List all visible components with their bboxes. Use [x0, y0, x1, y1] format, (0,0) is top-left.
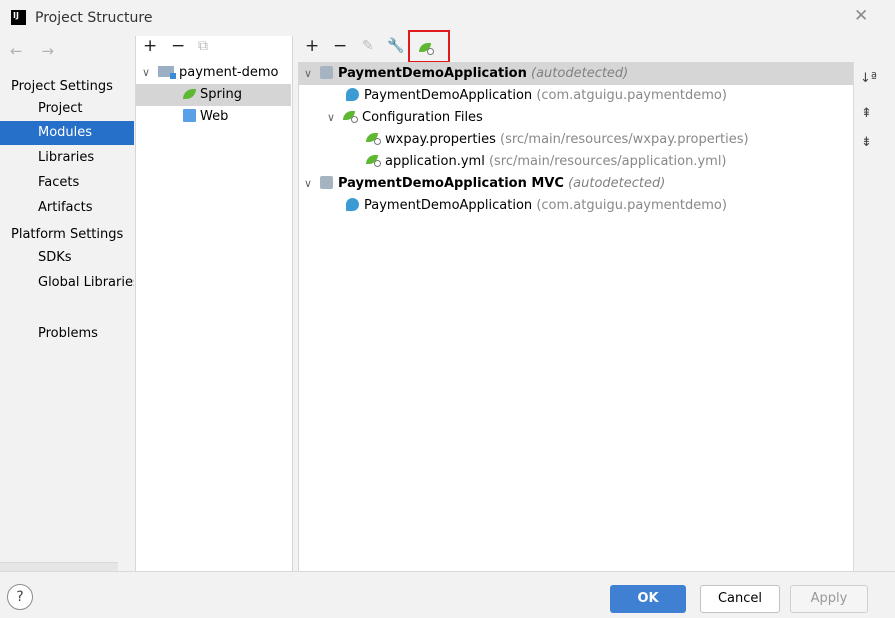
chevron-down-icon[interactable]: ∨	[304, 63, 320, 85]
sort-alphabetically-icon[interactable]: ↓ª	[860, 71, 877, 86]
config-file-row[interactable]: application.yml (src/main/resources/appl…	[366, 151, 727, 173]
chevron-down-icon[interactable]: ∨	[304, 173, 320, 195]
config-file-row[interactable]: wxpay.properties (src/main/resources/wxp…	[366, 129, 749, 151]
package-name: (com.atguigu.paymentdemo)	[536, 88, 727, 103]
tree-item-spring[interactable]: Spring	[183, 84, 242, 106]
file-name: wxpay.properties	[385, 132, 496, 147]
spring-boot-app-icon	[346, 88, 359, 101]
nav-item-modules[interactable]: Modules	[0, 121, 134, 145]
window-title: Project Structure	[35, 10, 153, 26]
nav-item-sdks[interactable]: SDKs	[0, 246, 134, 270]
spring-config-icon	[343, 111, 358, 123]
intellij-logo-icon: IJ	[11, 10, 26, 25]
wrench-icon[interactable]: 🔧	[387, 38, 404, 55]
web-facet-icon	[183, 109, 196, 122]
tree-item-web[interactable]: Web	[183, 106, 228, 128]
nav-item-project[interactable]: Project	[0, 97, 134, 121]
application-class-row[interactable]: PaymentDemoApplication (com.atguigu.paym…	[346, 85, 727, 107]
cancel-button[interactable]: Cancel	[700, 585, 780, 613]
config-files-label: Configuration Files	[362, 110, 483, 125]
add-module-button[interactable]: +	[143, 38, 157, 55]
module-icon	[320, 176, 333, 189]
collapse-all-icon[interactable]: ⇟	[861, 135, 872, 150]
add-facet-button[interactable]: +	[305, 38, 319, 55]
file-path: (src/main/resources/wxpay.properties)	[500, 132, 749, 147]
tree-item-payment-demo[interactable]: ∨ payment-demo	[142, 62, 278, 84]
spring-leaf-icon	[183, 89, 196, 99]
copy-module-icon[interactable]: ⧉	[198, 38, 208, 55]
nav-item-global-libraries[interactable]: Global Libraries	[0, 271, 134, 295]
module-folder-icon	[158, 66, 176, 79]
class-name: PaymentDemoApplication	[364, 88, 533, 103]
spring-boot-app-icon	[346, 198, 359, 211]
tree-item-label: Spring	[200, 87, 242, 102]
class-name: PaymentDemoApplication	[364, 198, 533, 213]
nav-item-problems[interactable]: Problems	[0, 322, 134, 346]
chevron-down-icon[interactable]: ∨	[327, 107, 343, 129]
tree-item-label: payment-demo	[179, 65, 279, 80]
back-forward-arrows-icon[interactable]: ← →	[10, 42, 61, 60]
yaml-file-icon	[366, 155, 381, 167]
context-row-payment-demo-mvc[interactable]: ∨ PaymentDemoApplication MVC (autodetecte…	[304, 173, 665, 195]
expand-all-icon[interactable]: ⇞	[861, 106, 872, 121]
module-icon	[320, 66, 333, 79]
autodetected-tag: (autodetected)	[568, 176, 666, 191]
nav-item-facets[interactable]: Facets	[0, 171, 134, 195]
file-path: (src/main/resources/application.yml)	[488, 154, 727, 169]
context-name: PaymentDemoApplication MVC	[338, 176, 564, 191]
platform-settings-heading: Platform Settings	[11, 227, 124, 242]
nav-item-libraries[interactable]: Libraries	[0, 146, 134, 170]
autodetected-tag: (autodetected)	[531, 66, 629, 81]
package-name: (com.atguigu.paymentdemo)	[536, 198, 727, 213]
chevron-down-icon[interactable]: ∨	[142, 62, 158, 84]
application-class-row[interactable]: PaymentDemoApplication (com.atguigu.paym…	[346, 195, 727, 217]
help-button[interactable]: ?	[7, 584, 33, 610]
close-icon[interactable]: ✕	[854, 8, 868, 25]
tree-item-label: Web	[200, 109, 229, 124]
project-settings-heading: Project Settings	[11, 79, 113, 94]
properties-file-icon	[366, 133, 381, 145]
apply-button[interactable]: Apply	[790, 585, 868, 613]
file-name: application.yml	[385, 154, 485, 169]
ok-button[interactable]: OK	[610, 585, 686, 613]
nav-item-artifacts[interactable]: Artifacts	[0, 196, 134, 220]
context-name: PaymentDemoApplication	[338, 66, 527, 81]
configuration-files-row[interactable]: ∨ Configuration Files	[327, 107, 483, 129]
annotation-highlight-box	[408, 30, 450, 63]
context-row-payment-demo[interactable]: ∨ PaymentDemoApplication (autodetected)	[304, 63, 628, 85]
edit-pencil-icon[interactable]: ✎	[362, 38, 374, 55]
remove-facet-button[interactable]: −	[333, 38, 347, 55]
remove-module-button[interactable]: −	[171, 38, 185, 55]
